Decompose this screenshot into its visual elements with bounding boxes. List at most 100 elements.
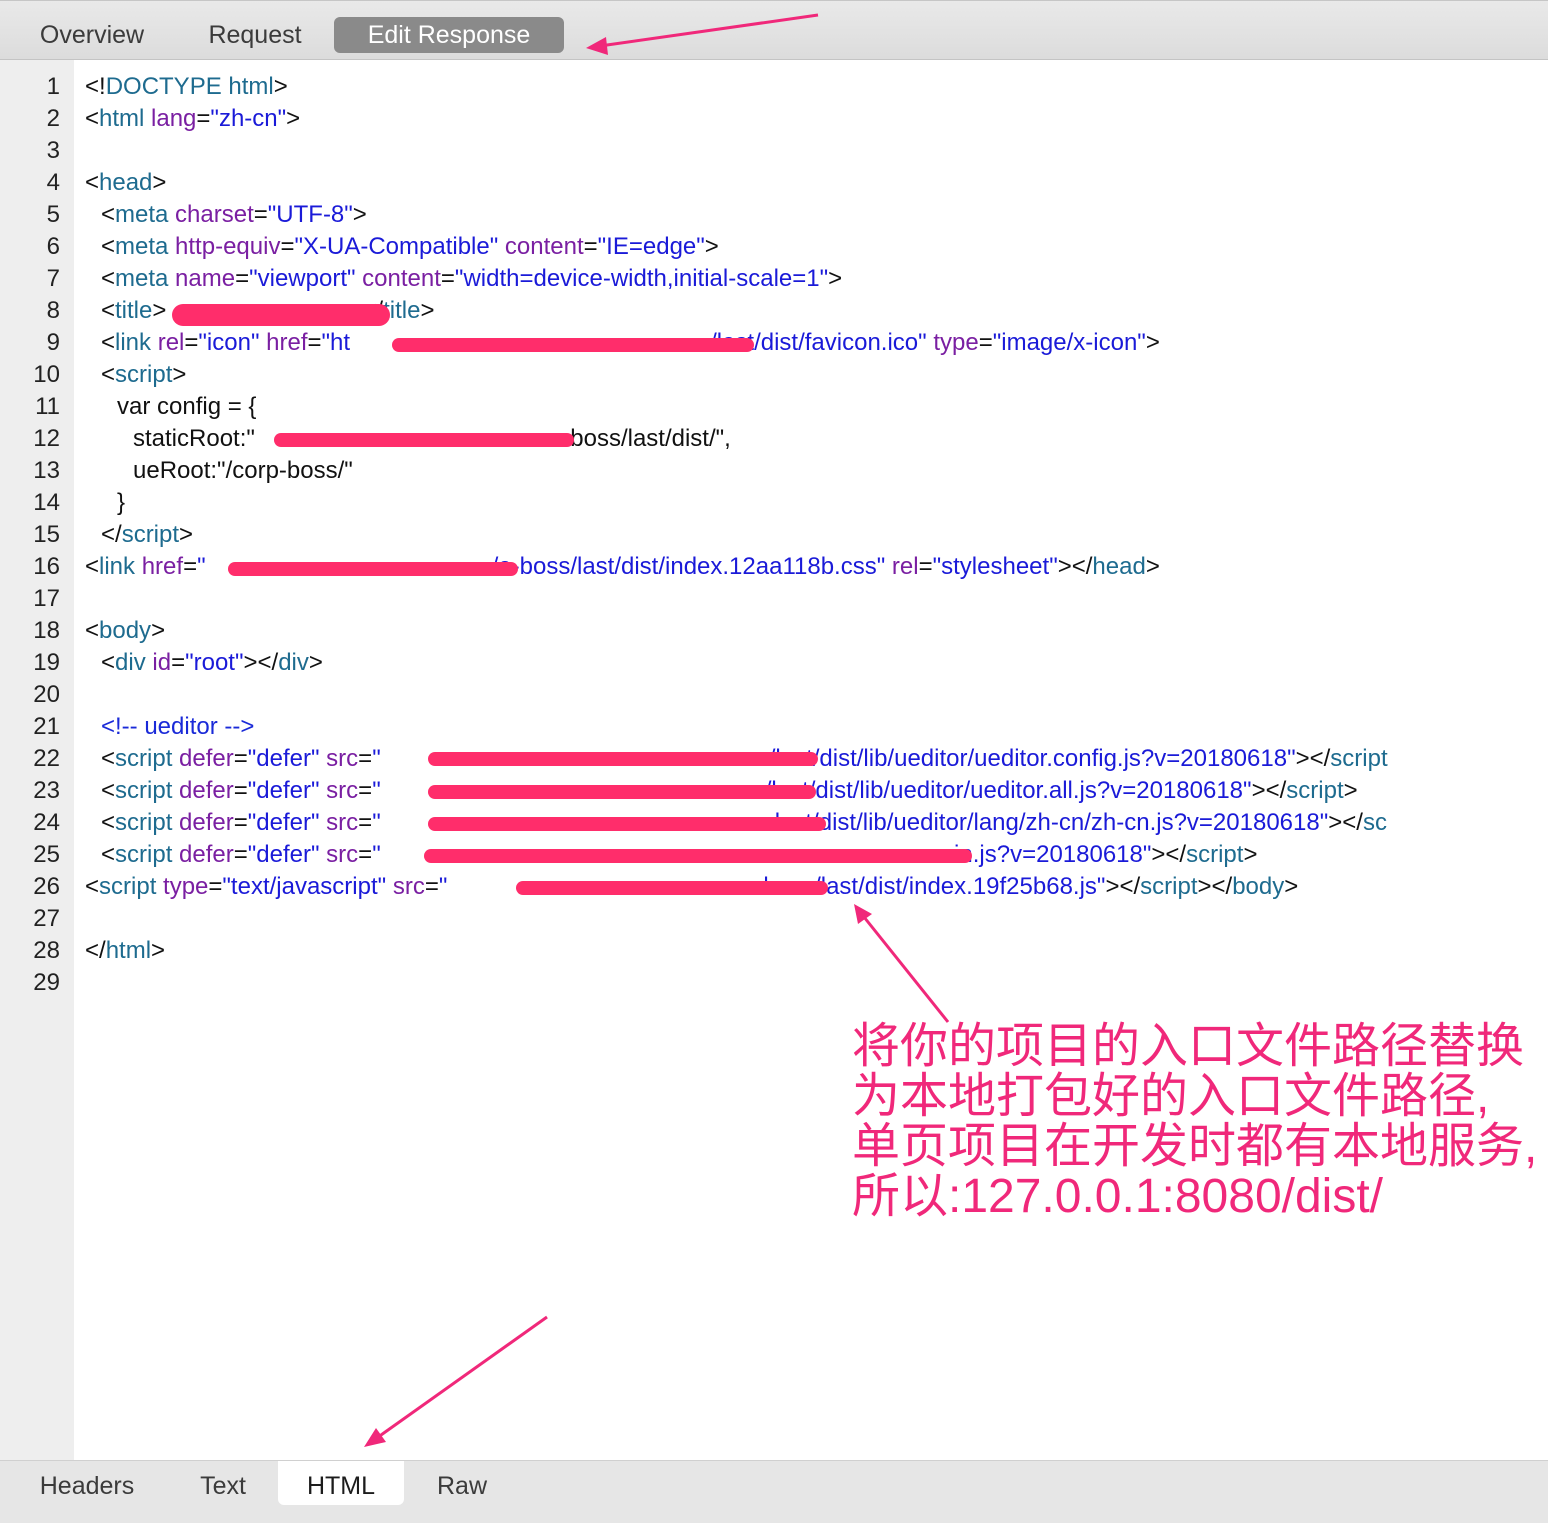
line-number: 14 [33, 489, 60, 516]
code-token: ></ [243, 649, 279, 676]
code-token: "UTF-8" [267, 201, 353, 228]
code-token: < [101, 265, 116, 292]
line-number: 23 [33, 777, 60, 804]
code-line-19: <div id="root"></div> [101, 647, 323, 679]
redaction-mark [274, 433, 574, 447]
code-token: "defer" [247, 809, 320, 836]
code-token: < [101, 841, 116, 868]
code-token: /last/dist/lib/ueditor/ueditor.all.js?v=… [764, 777, 1252, 804]
code-token: = [208, 873, 223, 900]
code-token: > [151, 937, 166, 964]
code-line-7: <meta name="viewport" content="width=dev… [101, 263, 842, 295]
tab-text[interactable]: Text [176, 1461, 270, 1505]
line-number: 29 [33, 969, 60, 996]
code-token: = [233, 841, 248, 868]
code-token: > [172, 361, 187, 388]
code-token: = [583, 233, 598, 260]
code-token: src [319, 777, 359, 804]
code-token: "stylesheet" [932, 553, 1058, 580]
code-token: < [85, 105, 100, 132]
code-token: /e-boss/last/dist/index.12aa118b.css" [491, 553, 886, 580]
code-token: defer [172, 841, 234, 868]
annotation-note: 将你的项目的入口文件路径替换 为本地打包好的入口文件路径, 单页项目在开发时都有… [852, 1022, 1548, 1222]
line-number: 3 [46, 137, 60, 164]
line-number: 22 [33, 745, 60, 772]
code-token: href [135, 553, 184, 580]
code-token: = [280, 233, 295, 260]
code-token: name [168, 265, 236, 292]
code-token: < [85, 617, 100, 644]
line-number: 10 [33, 361, 60, 388]
line-number: 18 [33, 617, 60, 644]
line-number: 15 [33, 521, 60, 548]
code-token: rel [885, 553, 919, 580]
tab-request[interactable]: Request [190, 17, 320, 53]
code-token: = [253, 201, 268, 228]
code-token: staticRoot:" [133, 425, 255, 452]
code-token: src [319, 745, 359, 772]
code-token: rel [151, 329, 185, 356]
code-token: > [420, 297, 435, 324]
code-token: meta [115, 233, 169, 260]
code-line-6: <meta http-equiv="X-UA-Compatible" conte… [101, 231, 719, 263]
code-token: > [152, 169, 167, 196]
code-token: html [105, 937, 152, 964]
code-token: < [101, 777, 116, 804]
code-token: script [115, 745, 173, 772]
code-token: > [828, 265, 843, 292]
code-token: "defer" [247, 841, 320, 868]
code-token: script [115, 841, 173, 868]
code-token: " [197, 553, 206, 580]
code-token: href [259, 329, 308, 356]
line-number: 17 [33, 585, 60, 612]
code-token: < [85, 553, 100, 580]
code-token: script [1286, 777, 1344, 804]
code-token: meta [115, 265, 169, 292]
code-token: < [101, 361, 116, 388]
code-token: > [1145, 553, 1160, 580]
code-token: ></ [1251, 777, 1287, 804]
code-token: " [372, 777, 381, 804]
code-token: = [358, 777, 373, 804]
code-token: = [918, 553, 933, 580]
code-token: > [151, 617, 166, 644]
code-token: > [273, 73, 288, 100]
code-line-4: <head> [85, 167, 166, 199]
redaction-mark [516, 881, 828, 895]
line-number: 9 [46, 329, 60, 356]
line-number: 8 [46, 297, 60, 324]
line-number: 5 [46, 201, 60, 228]
code-token: head [1092, 553, 1146, 580]
tab-headers[interactable]: Headers [22, 1461, 152, 1505]
tab-overview[interactable]: Overview [22, 17, 162, 53]
code-line-28: </html> [85, 935, 165, 967]
line-number: 28 [33, 937, 60, 964]
code-token: = [424, 873, 439, 900]
code-token: > [308, 649, 323, 676]
code-token: < [101, 329, 116, 356]
code-token: defer [172, 745, 234, 772]
top-tab-bar: Overview Request Edit Response [0, 0, 1548, 60]
code-token: <! [85, 73, 106, 100]
redaction-mark [172, 304, 390, 326]
code-token: > [352, 201, 367, 228]
code-token: = [233, 809, 248, 836]
code-token: title [115, 297, 153, 324]
tab-raw[interactable]: Raw [418, 1461, 506, 1505]
code-token: = [978, 329, 993, 356]
redaction-mark [428, 817, 826, 831]
line-number: 1 [46, 73, 60, 100]
code-token: script [1186, 841, 1244, 868]
redaction-mark [392, 338, 754, 352]
code-token: link [115, 329, 152, 356]
code-line-5: <meta charset="UTF-8"> [101, 199, 367, 231]
tab-edit-response[interactable]: Edit Response [334, 17, 564, 53]
code-token: = [235, 265, 250, 292]
code-token: < [85, 169, 100, 196]
code-token: "defer" [247, 777, 320, 804]
code-token: ></ [1105, 873, 1141, 900]
tab-html[interactable]: HTML [278, 1461, 404, 1505]
code-token: html [99, 105, 145, 132]
code-token: content [498, 233, 584, 260]
code-token: div [115, 649, 146, 676]
